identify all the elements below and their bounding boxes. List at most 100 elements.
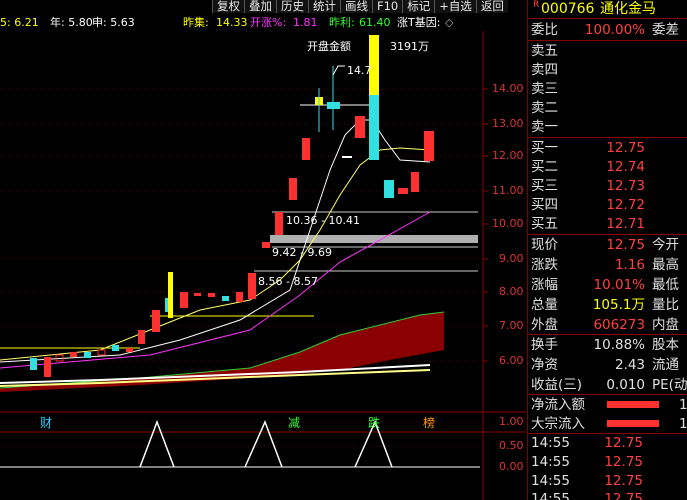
draw-line-button[interactable]: 画线: [340, 0, 372, 13]
capital-flow-area: [0, 312, 444, 392]
buy3-row: 买三 12.73: [531, 176, 687, 196]
quote-panel: R 000766 通化金马 委比 100.00% 委差 卖五 卖四 卖三 卖二 …: [527, 0, 687, 500]
quote-tail: 今开: [652, 237, 679, 253]
tick-time: 14:55: [531, 435, 570, 451]
stock-code: 000766: [541, 1, 595, 17]
stat-row-nav: 净资 2.43 流通: [531, 355, 687, 375]
flow-value: 1: [679, 416, 687, 432]
top-toolbar: 复权 叠加 历史 统计 画线 F10 标记 +自选 返回: [212, 0, 508, 13]
back-button[interactable]: 返回: [475, 0, 508, 13]
zuoshou-value: 61.40: [359, 16, 391, 29]
quote-row-price: 现价 12.75 今开: [531, 235, 687, 255]
flow-bar: [607, 420, 659, 427]
y-tick: 14.00: [492, 82, 524, 95]
diamond-icon: ◇: [445, 16, 454, 29]
quote-tail: 内盘: [652, 317, 679, 333]
weibi-label: 委比: [531, 22, 558, 38]
rank-badge[interactable]: 榜: [423, 414, 435, 431]
stat-value: 2.43: [614, 357, 645, 373]
stat-tail: PE(动: [652, 377, 687, 393]
quote-tail: 最低: [652, 277, 679, 293]
flow-label: 净流入额: [531, 397, 585, 413]
quote-value: 606273: [593, 317, 645, 333]
sell-label: 卖四: [531, 62, 558, 78]
r-marker: R: [533, 0, 540, 10]
tick-time: 14:55: [531, 491, 570, 500]
tick-row: 14:55 12.75: [531, 433, 687, 453]
kline-chart[interactable]: [0, 31, 526, 500]
stat-value: 10.88%: [593, 337, 645, 353]
quote-label: 涨幅: [531, 277, 558, 293]
open-amount-value: 3191万: [390, 40, 429, 53]
sub-tick: 0.50: [499, 439, 524, 452]
y-tick: 7.00: [499, 319, 524, 332]
fuquan-button[interactable]: 复权: [212, 0, 244, 13]
quote-label: 涨跌: [531, 257, 558, 273]
y-tick: 13.00: [492, 117, 524, 130]
zone-bar-gray: [270, 235, 478, 243]
buy-price: 12.74: [606, 159, 645, 175]
quote-label: 现价: [531, 237, 558, 253]
stock-name: 通化金马: [600, 1, 656, 17]
quote-row-change: 涨跌 1.16 最高: [531, 255, 687, 275]
buy1-row: 买一 12.75: [531, 138, 687, 158]
shen-value: 申: 5.63: [92, 16, 135, 29]
tick-time: 14:55: [531, 454, 570, 470]
flow-value: 1: [679, 397, 687, 413]
buy2-row: 买二 12.74: [531, 157, 687, 177]
tick-price: 12.75: [604, 473, 643, 489]
sell2-row: 卖二: [531, 98, 687, 118]
sub-tick: 1.00: [499, 415, 524, 428]
zuoshou-label: 昨利:: [329, 16, 355, 29]
flow-bar: [607, 401, 659, 408]
buy-price: 12.71: [606, 216, 645, 232]
flow-row-net: 净流入额 1: [531, 395, 687, 415]
quote-tail: 量比: [652, 297, 679, 313]
y-tick: 8.00: [499, 285, 524, 298]
y-tick: 11.00: [492, 184, 524, 197]
weicha-label: 委差: [652, 22, 679, 38]
tick-time: 14:55: [531, 473, 570, 489]
buy4-row: 买四 12.72: [531, 195, 687, 215]
finance-badge[interactable]: 财: [40, 414, 52, 431]
fall-badge[interactable]: 跌: [368, 414, 380, 431]
tick-price: 12.75: [604, 435, 643, 451]
buy-price: 12.75: [606, 140, 645, 156]
y-tick: 10.00: [492, 217, 524, 230]
reduce-badge[interactable]: 减: [288, 414, 300, 431]
sell-label: 卖二: [531, 100, 558, 116]
overlay-button[interactable]: 叠加: [244, 0, 276, 13]
peak-marker: [332, 65, 345, 76]
stat-label: 收益(三): [531, 377, 583, 393]
flow-row-block: 大宗流入 1: [531, 414, 687, 434]
open-amount-label: 开盘金额: [307, 40, 351, 53]
peak-price-label: 14.7: [347, 64, 372, 77]
tick-row: 14:55 12.75: [531, 489, 687, 500]
zone-label-1: 10.36 - 10.41: [286, 214, 360, 227]
add-favorite-button[interactable]: +自选: [434, 0, 476, 13]
quote-row-pct: 涨幅 10.01% 最低: [531, 275, 687, 295]
kaizhang-value: 1.81: [293, 16, 318, 29]
sell1-row: 卖一: [531, 117, 687, 137]
buy-label: 买四: [531, 197, 558, 213]
indicator-info-bar: 5: 6.21 年: 5.80 申: 5.63 昨集: 14.33 开涨%: 1…: [0, 15, 525, 31]
y-tick: 12.00: [492, 149, 524, 162]
sub-tick: 0.00: [499, 460, 524, 473]
buy-label: 买二: [531, 159, 558, 175]
sell3-row: 卖三: [531, 79, 687, 99]
zone-label-3: 8.56 - 8.57: [258, 275, 318, 288]
quote-value: 12.75: [606, 237, 645, 253]
mark-button[interactable]: 标记: [402, 0, 435, 13]
buy-label: 买一: [531, 140, 558, 156]
quote-row-outer: 外盘 606273 内盘: [531, 315, 687, 335]
history-button[interactable]: 历史: [276, 0, 308, 13]
f10-button[interactable]: F10: [372, 0, 403, 13]
buy-price: 12.72: [606, 197, 645, 213]
y-tick: 6.00: [499, 354, 524, 367]
ma5-value: 5: 6.21: [0, 16, 39, 29]
kaizhang-label: 开涨%:: [250, 16, 287, 29]
tick-price: 12.75: [604, 491, 643, 500]
tick-price: 12.75: [604, 454, 643, 470]
stats-button[interactable]: 统计: [308, 0, 340, 13]
sell5-row: 卖五: [531, 41, 687, 61]
